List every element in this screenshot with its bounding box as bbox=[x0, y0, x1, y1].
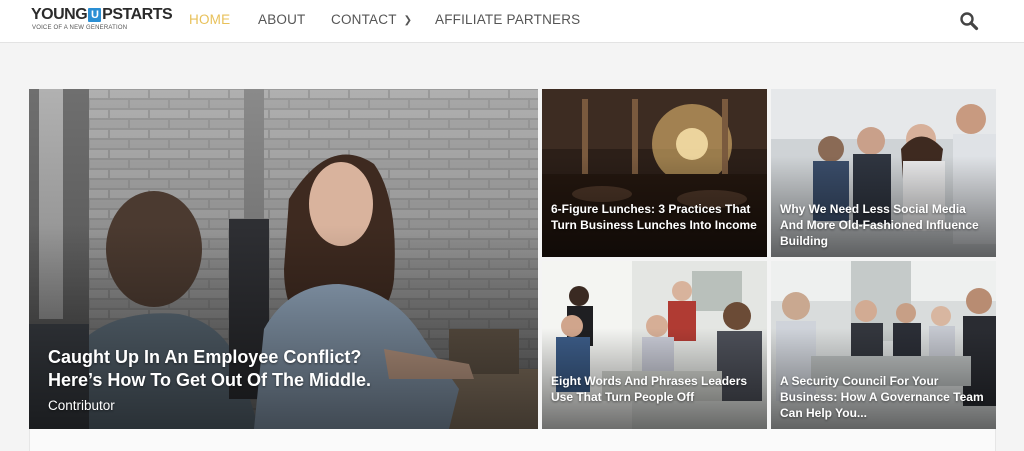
featured-title-line-2: Here’s How To Get Out Of The Middle. bbox=[48, 370, 372, 390]
content-area-below bbox=[29, 429, 996, 451]
featured-post-title[interactable]: Caught Up In An Employee Conflict? Here’… bbox=[48, 346, 468, 392]
post-title[interactable]: 6-Figure Lunches: 3 Practices That Turn … bbox=[551, 201, 761, 233]
post-card-social-media[interactable]: Why We Need Less Social Media And More O… bbox=[771, 89, 996, 257]
nav-about[interactable]: ABOUT bbox=[258, 12, 306, 27]
search-icon[interactable] bbox=[958, 10, 980, 32]
nav-home[interactable]: HOME bbox=[189, 12, 230, 27]
post-title[interactable]: Eight Words And Phrases Leaders Use That… bbox=[551, 373, 761, 405]
logo-up-arrow-icon: U bbox=[88, 8, 102, 22]
site-header: YOUNG U PSTARTS VOICE OF A NEW GENERATION … bbox=[0, 0, 1024, 43]
nav-affiliate-partners[interactable]: AFFILIATE PARTNERS bbox=[435, 12, 580, 27]
featured-post-author[interactable]: Contributor bbox=[48, 398, 115, 413]
site-logo[interactable]: YOUNG U PSTARTS VOICE OF A NEW GENERATION bbox=[31, 6, 173, 36]
post-card-lunches[interactable]: 6-Figure Lunches: 3 Practices That Turn … bbox=[542, 89, 767, 257]
chevron-down-icon: ❯ bbox=[403, 15, 413, 26]
logo-wordmark: YOUNG U PSTARTS bbox=[31, 6, 173, 23]
featured-title-line-1: Caught Up In An Employee Conflict? bbox=[48, 347, 362, 367]
post-title[interactable]: A Security Council For Your Business: Ho… bbox=[780, 373, 990, 421]
post-card-security-council[interactable]: A Security Council For Your Business: Ho… bbox=[771, 261, 996, 429]
nav-contact[interactable]: CONTACT ❯ bbox=[331, 12, 412, 27]
post-title[interactable]: Why We Need Less Social Media And More O… bbox=[780, 201, 990, 249]
featured-post-card[interactable]: Caught Up In An Employee Conflict? Here’… bbox=[29, 89, 538, 429]
logo-tagline: VOICE OF A NEW GENERATION bbox=[32, 25, 128, 31]
nav-contact-label: CONTACT bbox=[331, 12, 397, 27]
post-card-eight-words[interactable]: Eight Words And Phrases Leaders Use That… bbox=[542, 261, 767, 429]
